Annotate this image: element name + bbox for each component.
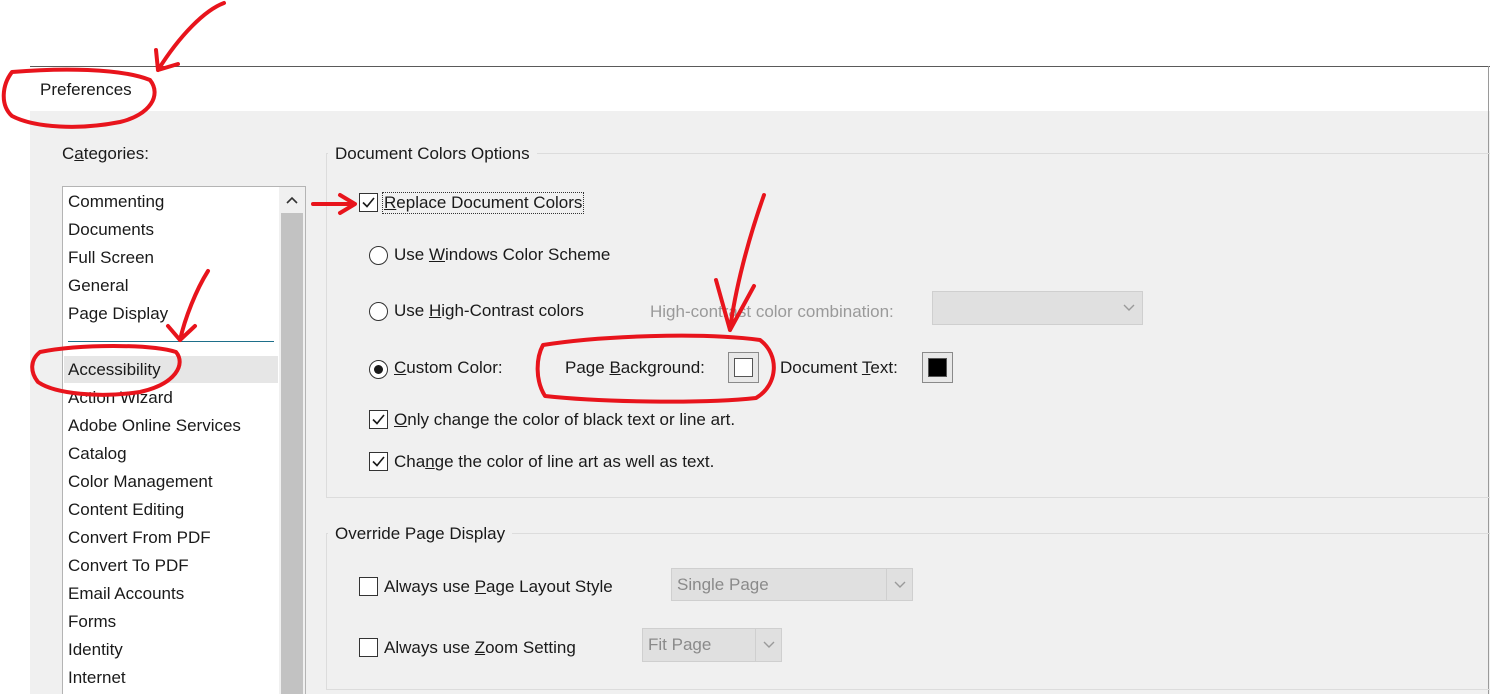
custom-color-radio[interactable] (369, 359, 388, 379)
high-contrast-radio[interactable] (369, 302, 388, 326)
category-action-wizard[interactable]: Action Wizard (68, 386, 173, 410)
category-internet[interactable]: Internet (68, 666, 126, 690)
page-background-color-button[interactable] (728, 352, 759, 383)
chevron-down-icon (1116, 292, 1142, 324)
category-general[interactable]: General (68, 274, 128, 298)
checkmark-icon (372, 456, 385, 467)
replace-colors-check[interactable] (359, 193, 378, 212)
category-convert-from-pdf[interactable]: Convert From PDF (68, 526, 211, 550)
checkmark-icon (362, 197, 375, 208)
chevron-down-icon (886, 569, 912, 600)
windows-scheme-label[interactable]: Use Windows Color Scheme (394, 245, 610, 265)
zoom-setting-label[interactable]: Always use Zoom Setting (384, 638, 576, 658)
categories-separator (68, 341, 274, 342)
document-text-color-button[interactable] (922, 352, 953, 383)
page-layout-label[interactable]: Always use Page Layout Style (384, 577, 613, 597)
category-accessibility[interactable]: Accessibility (68, 358, 161, 382)
category-convert-to-pdf[interactable]: Convert To PDF (68, 554, 189, 578)
category-page-display[interactable]: Page Display (68, 302, 168, 326)
page-background-label: Page Background: (565, 358, 705, 377)
contrast-combination-dropdown[interactable] (932, 291, 1143, 325)
windows-scheme-radio[interactable] (369, 246, 388, 270)
category-adobe-online-services[interactable]: Adobe Online Services (68, 414, 241, 438)
category-catalog[interactable]: Catalog (68, 442, 127, 466)
replace-colors-label[interactable]: Replace Document Colors (382, 192, 585, 214)
category-documents[interactable]: Documents (68, 218, 154, 242)
document-text-swatch (928, 358, 947, 377)
line-art-label[interactable]: Change the color of line art as well as … (394, 452, 714, 472)
document-colors-title: Document Colors Options (328, 144, 537, 164)
page-layout-dropdown[interactable]: Single Page (671, 568, 913, 601)
categories-list[interactable]: Commenting Documents Full Screen General… (62, 186, 306, 694)
category-forms[interactable]: Forms (68, 610, 116, 634)
categories-label: Categories: (62, 144, 149, 163)
contrast-combination-label: High-contrast color combination: (650, 302, 894, 321)
checkmark-icon (372, 414, 385, 425)
override-page-display-title: Override Page Display (328, 524, 513, 544)
annotation-arrow-preferences (154, 1, 226, 72)
replace-colors-checkbox[interactable] (359, 193, 378, 215)
window-title: Preferences (40, 80, 132, 99)
category-full-screen[interactable]: Full Screen (68, 246, 154, 270)
chevron-up-icon[interactable] (279, 189, 305, 211)
only-black-label[interactable]: Only change the color of black text or l… (394, 410, 735, 430)
page-layout-checkbox[interactable] (359, 577, 378, 601)
category-email-accounts[interactable]: Email Accounts (68, 582, 184, 606)
category-color-management[interactable]: Color Management (68, 470, 213, 494)
category-commenting[interactable]: Commenting (68, 190, 164, 214)
high-contrast-label[interactable]: Use High-Contrast colors (394, 301, 584, 321)
chevron-down-icon (755, 629, 781, 661)
override-page-display-group (326, 533, 1490, 690)
line-art-checkbox[interactable] (369, 452, 388, 474)
page-background-swatch (734, 358, 753, 377)
custom-color-label[interactable]: Custom Color: (394, 358, 503, 378)
window-top-border (30, 66, 1490, 67)
only-black-checkbox[interactable] (369, 410, 388, 432)
category-content-editing[interactable]: Content Editing (68, 498, 184, 522)
zoom-setting-dropdown[interactable]: Fit Page (642, 628, 782, 662)
zoom-setting-checkbox[interactable] (359, 638, 378, 662)
document-text-label: Document Text: (780, 358, 898, 377)
category-identity[interactable]: Identity (68, 638, 123, 662)
categories-scroll-thumb[interactable] (281, 213, 303, 694)
